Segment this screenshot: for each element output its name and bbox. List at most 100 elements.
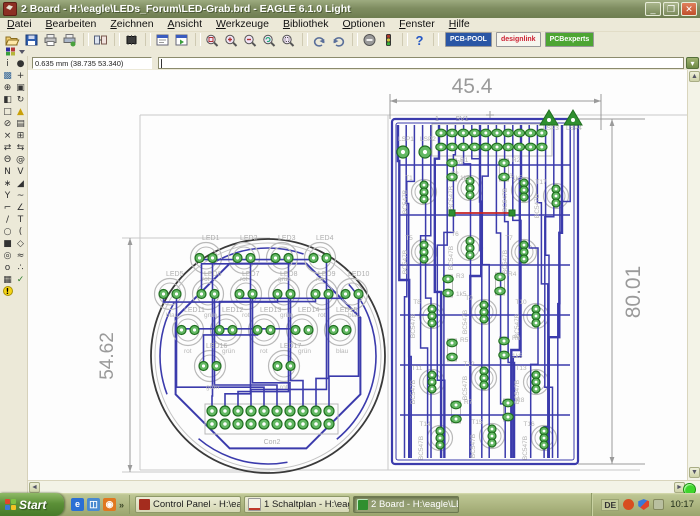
- print-button[interactable]: [41, 32, 60, 47]
- language-indicator[interactable]: DE: [601, 499, 619, 511]
- scroll-left-button[interactable]: ◄: [29, 482, 40, 493]
- toolbar-separator: [83, 33, 89, 46]
- tool-delete-button[interactable]: ×: [1, 130, 14, 142]
- command-dropdown-button[interactable]: ▾: [686, 57, 699, 69]
- svg-text:rot: rot: [260, 348, 268, 355]
- tool-drc-button[interactable]: ✓: [14, 274, 27, 286]
- display-tray-icon[interactable]: [653, 499, 664, 510]
- tool-paste-button[interactable]: ▤: [14, 118, 27, 130]
- menu-fenster[interactable]: Fenster: [392, 18, 442, 31]
- taskbar-task-schematic[interactable]: 1 Schaltplan - H:\eagl...: [244, 496, 350, 513]
- firefox-icon[interactable]: ◉: [103, 498, 116, 511]
- tool-signal-button[interactable]: ≈: [14, 250, 27, 262]
- tool-value-button[interactable]: V: [14, 166, 27, 178]
- script-button[interactable]: [153, 32, 172, 47]
- update-tray-icon[interactable]: [623, 499, 634, 510]
- svg-text:R3: R3: [456, 273, 465, 280]
- tool-miter-button[interactable]: ◢: [14, 178, 27, 190]
- switch-board-schematic-button[interactable]: [91, 32, 110, 47]
- zoom-select-button[interactable]: [279, 32, 298, 47]
- minimize-button[interactable]: _: [645, 2, 661, 16]
- tool-copy-button[interactable]: ▣: [14, 82, 27, 94]
- tool-mark-button[interactable]: +: [14, 70, 27, 82]
- tool-name-button[interactable]: N: [1, 166, 14, 178]
- run-button[interactable]: [172, 32, 191, 47]
- tool-change-button[interactable]: ▲: [14, 106, 27, 118]
- cam-button[interactable]: [60, 32, 79, 47]
- tool-cut-button[interactable]: ⊘: [1, 118, 14, 130]
- tool-circle-button[interactable]: ○: [1, 226, 14, 238]
- svg-text:blau: blau: [166, 312, 179, 319]
- tool-rotate-button[interactable]: ↻: [14, 94, 27, 106]
- tool-via-button[interactable]: ◎: [1, 250, 14, 262]
- zoom-out-button[interactable]: [241, 32, 260, 47]
- menu-datei[interactable]: Datei: [0, 18, 39, 31]
- save-button[interactable]: [22, 32, 41, 47]
- scroll-up-button[interactable]: ▲: [689, 71, 700, 82]
- zoom-redraw-button[interactable]: [260, 32, 279, 47]
- security-shield-icon[interactable]: [638, 499, 649, 510]
- tool-optimize-button[interactable]: ~: [14, 190, 27, 202]
- scroll-down-button[interactable]: ▼: [689, 467, 700, 478]
- quick-launch-overflow-chevron[interactable]: »: [119, 500, 124, 510]
- tool-text-button[interactable]: T: [14, 214, 27, 226]
- zoom-in-button[interactable]: [222, 32, 241, 47]
- help-button[interactable]: ?: [410, 32, 429, 47]
- taskbar-task-eagle-cp[interactable]: Control Panel - H:\ea...: [135, 496, 241, 513]
- tool-wire-button[interactable]: /: [1, 214, 14, 226]
- toolbar-separator: [145, 33, 151, 46]
- tool-route-button[interactable]: ⌐: [1, 202, 14, 214]
- tool-rect-button[interactable]: ■: [1, 238, 14, 250]
- board-drawing[interactable]: 45.480.0154.62LED1rotLED2rotLED3grünLED4…: [28, 70, 687, 480]
- tool-mirror-button[interactable]: ◧: [1, 94, 14, 106]
- tool-polygon-button[interactable]: ◇: [14, 238, 27, 250]
- menu-ansicht[interactable]: Ansicht: [161, 18, 209, 31]
- menu-optionen[interactable]: Optionen: [335, 18, 392, 31]
- tool-auto-button[interactable]: ▦: [1, 274, 14, 286]
- zoom-fit-button[interactable]: [203, 32, 222, 47]
- internet-explorer-icon[interactable]: e: [71, 498, 84, 511]
- tool-show-button[interactable]: ●: [14, 58, 27, 70]
- title-bar[interactable]: 2 Board - H:\eagle\LEDs_Forum\LED-Grab.b…: [0, 0, 700, 18]
- undo-button[interactable]: [310, 32, 329, 47]
- stop-button[interactable]: [360, 32, 379, 47]
- tool-info-button[interactable]: i: [1, 58, 14, 70]
- tool-move-button[interactable]: ⊕: [1, 82, 14, 94]
- tool-split-button[interactable]: Y: [1, 190, 14, 202]
- menu-bearbeiten[interactable]: Bearbeiten: [39, 18, 104, 31]
- close-button[interactable]: ✕: [681, 2, 697, 16]
- redo-button[interactable]: [329, 32, 348, 47]
- taskbar-task-board[interactable]: 2 Board - H:\eagle\LE...: [353, 496, 459, 513]
- command-input[interactable]: [158, 57, 684, 69]
- tool-replace-button[interactable]: ⇆: [14, 142, 27, 154]
- tool-errors-button[interactable]: !: [1, 286, 14, 298]
- sponsor-pcbpool-button[interactable]: PCB-POOL: [445, 32, 492, 47]
- tool-group-button[interactable]: □: [1, 106, 14, 118]
- tool-ripup-button[interactable]: ∠: [14, 202, 27, 214]
- tool-lock-button[interactable]: Θ: [1, 154, 14, 166]
- sponsor-pcbexperts-button[interactable]: PCBexperts: [545, 32, 595, 47]
- tool-smash-button[interactable]: ∗: [1, 178, 14, 190]
- browser-icon[interactable]: ◫: [87, 498, 100, 511]
- restore-button[interactable]: ❐: [663, 2, 679, 16]
- start-button[interactable]: Start: [0, 493, 64, 516]
- tool-add-button[interactable]: ⊞: [14, 130, 27, 142]
- use-library-button[interactable]: [122, 32, 141, 47]
- tool-display-button[interactable]: ▩: [1, 70, 14, 82]
- go-button[interactable]: [379, 32, 398, 47]
- tool-ratsnest-button[interactable]: ∴: [14, 262, 27, 274]
- menu-hilfe[interactable]: Hilfe: [442, 18, 477, 31]
- horizontal-scrollbar[interactable]: ◄ ►: [28, 480, 700, 493]
- sponsor-designlink-button[interactable]: designlink: [496, 32, 541, 47]
- menu-bibliothek[interactable]: Bibliothek: [276, 18, 336, 31]
- vertical-scrollbar[interactable]: ▲ ▼: [687, 70, 700, 480]
- menu-werkzeuge[interactable]: Werkzeuge: [209, 18, 276, 31]
- menu-zeichnen[interactable]: Zeichnen: [103, 18, 160, 31]
- open-button[interactable]: [3, 32, 22, 47]
- tool-attribute-button[interactable]: @: [14, 154, 27, 166]
- tool-arc-button[interactable]: (: [14, 226, 27, 238]
- layer-settings-button[interactable]: [5, 47, 27, 56]
- tool-pinswap-button[interactable]: ⇄: [1, 142, 14, 154]
- tool-hole-button[interactable]: o: [1, 262, 14, 274]
- board-canvas[interactable]: 45.480.0154.62LED1rotLED2rotLED3grünLED4…: [28, 70, 687, 480]
